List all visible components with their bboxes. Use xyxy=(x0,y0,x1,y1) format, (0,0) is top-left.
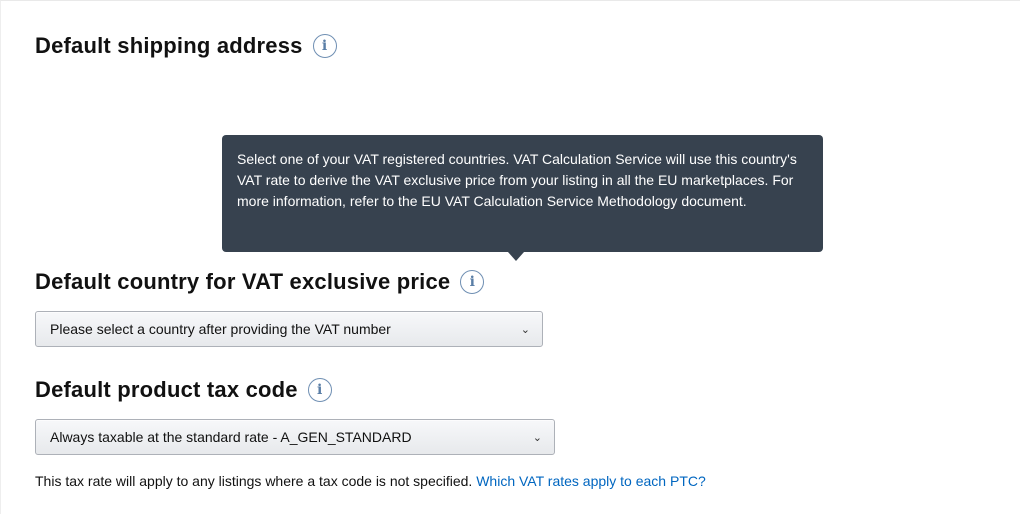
settings-panel: Default shipping address i Select one of… xyxy=(0,0,1020,514)
tax-code-heading: Default product tax code i xyxy=(35,377,332,403)
vat-country-select[interactable]: Please select a country after providing … xyxy=(35,311,543,347)
info-icon[interactable]: i xyxy=(307,378,332,402)
shipping-address-title: Default shipping address xyxy=(35,33,303,58)
vat-country-heading: Default country for VAT exclusive price … xyxy=(35,269,485,295)
vat-country-title: Default country for VAT exclusive price xyxy=(35,269,451,294)
tax-code-title: Default product tax code xyxy=(35,377,298,402)
info-icon[interactable]: i xyxy=(460,270,485,294)
tax-code-help: This tax rate will apply to any listings… xyxy=(35,473,706,489)
tooltip-arrow xyxy=(508,252,524,261)
tax-code-select[interactable]: Always taxable at the standard rate - A_… xyxy=(35,419,555,455)
vat-rates-link[interactable]: Which VAT rates apply to each PTC? xyxy=(476,473,706,489)
vat-country-select-value: Please select a country after providing … xyxy=(50,321,391,337)
tax-code-help-text: This tax rate will apply to any listings… xyxy=(35,473,473,489)
chevron-down-icon: ⌄ xyxy=(520,323,530,336)
tax-code-select-value: Always taxable at the standard rate - A_… xyxy=(50,429,412,445)
tooltip-text: Select one of your VAT registered countr… xyxy=(237,151,797,209)
vat-country-tooltip: Select one of your VAT registered countr… xyxy=(222,135,823,252)
info-icon[interactable]: i xyxy=(312,34,337,58)
shipping-address-heading: Default shipping address i xyxy=(35,33,337,59)
chevron-down-icon: ⌄ xyxy=(532,431,542,444)
